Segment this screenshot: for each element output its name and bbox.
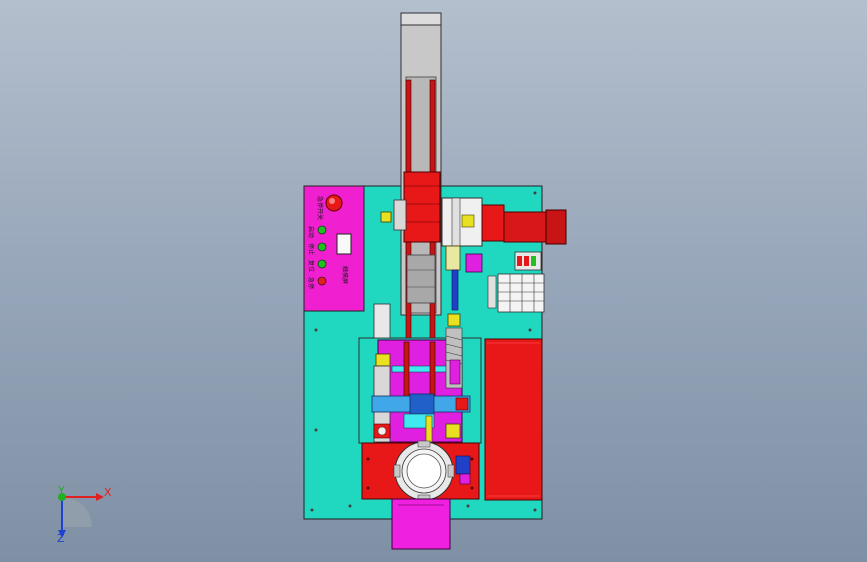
- x-axis-label: X: [104, 486, 112, 499]
- lamp-label-4: 急停: [307, 277, 315, 289]
- motor-body[interactable]: [503, 211, 549, 243]
- cad-model-drawing[interactable]: 急停开关 启动 停止 复位 急停 触摸屏 X Y Z: [0, 0, 867, 562]
- lamp-label-3: 复位: [307, 260, 315, 272]
- electrical-box[interactable]: [484, 338, 543, 501]
- z-axis-label: Z: [57, 532, 65, 545]
- touch-screen-label: 触摸屏: [341, 266, 349, 284]
- bottom-tab[interactable]: [391, 498, 451, 550]
- cad-viewport[interactable]: 急停开关 启动 停止 复位 急停 触摸屏 X Y Z: [0, 0, 867, 562]
- lamp-label-2: 停止: [307, 243, 315, 255]
- coordinate-triad: X Y Z: [57, 484, 112, 545]
- emergency-stop-label: 急停开关: [316, 196, 324, 220]
- cyan-rod: [391, 365, 449, 373]
- control-panel[interactable]: 急停开关 启动 停止 复位 急停 触摸屏: [303, 185, 365, 312]
- lamp-label-1: 启动: [307, 226, 315, 238]
- y-axis-label: Y: [57, 484, 65, 497]
- touch-screen[interactable]: [336, 233, 352, 255]
- chuck-assembly[interactable]: [361, 440, 480, 502]
- slider-block[interactable]: [403, 171, 441, 243]
- blue-rod: [451, 269, 459, 311]
